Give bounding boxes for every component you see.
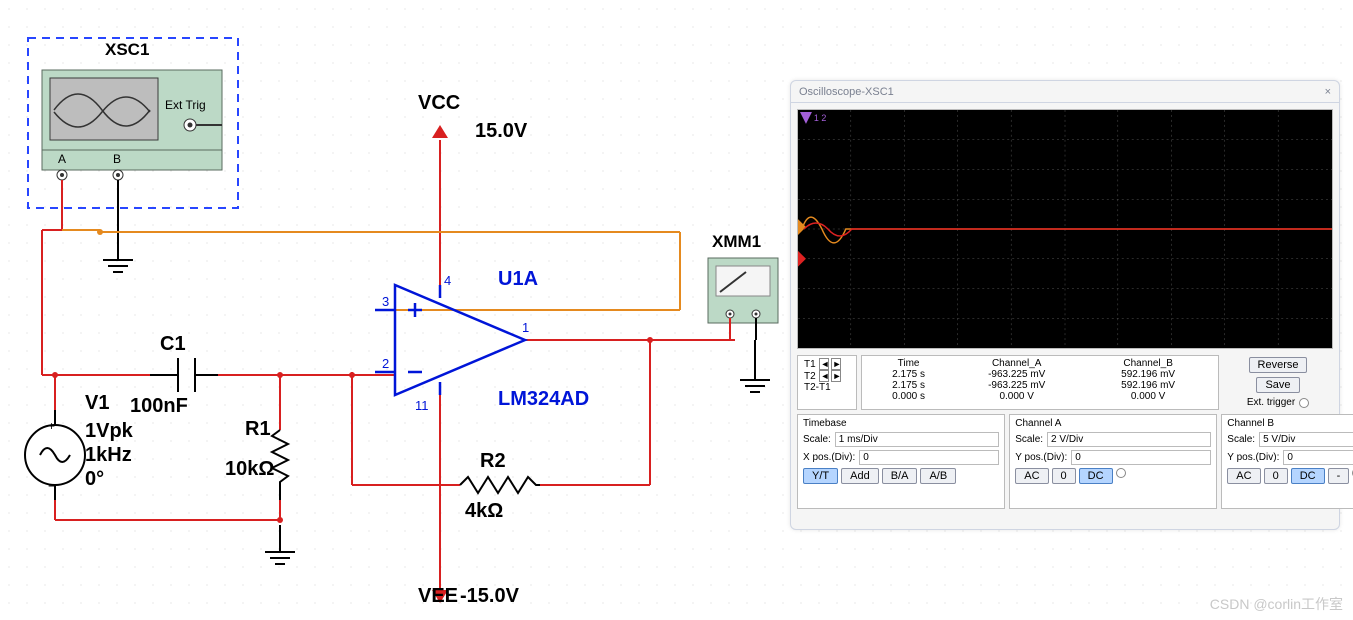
ext-trig-label: Ext Trig [165, 98, 206, 112]
vcc-label: VCC [418, 92, 460, 115]
d-a: 0.000 V [949, 391, 1084, 402]
pin-plus: 3 [382, 294, 389, 309]
cursor-readout: T1 ◄► T2 ◄► T2-T1 TimeChannel_AChannel_B… [797, 355, 1333, 410]
pin-vcc: 4 [444, 273, 451, 288]
port-a-label: A [58, 152, 66, 166]
watermark: CSDN @corlin工作室 [1210, 594, 1343, 614]
t2-label: T2 [804, 371, 816, 382]
cha-ac-button[interactable]: AC [1015, 468, 1048, 484]
t21-label: T2-T1 [804, 382, 850, 393]
t2-time: 2.175 s [868, 380, 949, 391]
v1-label: V1 [85, 392, 109, 415]
timebase-title: Timebase [803, 418, 999, 429]
cha-zero-button[interactable]: 0 [1052, 468, 1076, 484]
c1-value: 100nF [130, 395, 188, 418]
v1-amp: 1Vpk [85, 420, 133, 443]
chb-invert-button[interactable]: - [1328, 468, 1350, 484]
chb-scale-label: Scale: [1227, 434, 1255, 445]
r2-value: 4kΩ [465, 500, 503, 523]
r2-label: R2 [480, 450, 506, 473]
close-icon[interactable]: × [1325, 86, 1331, 98]
scope-titlebar[interactable]: Oscilloscope-XSC1 × [791, 81, 1339, 103]
scope-controls: Timebase Scale: X pos.(Div): Y/T Add B/A… [797, 414, 1333, 509]
chb-header: Channel_B [1084, 358, 1212, 369]
pin-minus: 2 [382, 356, 389, 371]
chb-dc-button[interactable]: DC [1291, 468, 1325, 484]
t2-right-icon[interactable]: ► [831, 370, 841, 382]
timebase-scale-input[interactable] [835, 432, 999, 447]
svg-text:1 2: 1 2 [814, 113, 826, 123]
xmm1-label: XMM1 [712, 232, 761, 252]
chb-ypos-input[interactable] [1283, 450, 1353, 465]
v1-phase: 0° [85, 468, 104, 491]
scope-title-text: Oscilloscope-XSC1 [799, 86, 894, 98]
add-button[interactable]: Add [841, 468, 879, 484]
ext-trigger-radio[interactable] [1299, 398, 1309, 408]
reverse-button[interactable]: Reverse [1249, 357, 1308, 373]
xpos-input[interactable] [859, 450, 999, 465]
cha-scale-input[interactable] [1047, 432, 1211, 447]
ba-button[interactable]: B/A [882, 468, 918, 484]
cha-scale-label: Scale: [1015, 434, 1043, 445]
oscilloscope-window: Oscilloscope-XSC1 × 1 2 T1 ◄► T2 ◄ [790, 80, 1340, 530]
schematic-canvas: + − XSC1 Ext Trig A B VCC 15.0V [0, 0, 790, 620]
vee-label: VEE [418, 585, 458, 608]
port-b-label: B [113, 152, 121, 166]
pin-vee: 11 [415, 398, 429, 413]
cha-header: Channel_A [949, 358, 1084, 369]
u1a-label: U1A [498, 268, 538, 291]
t2-b: 592.196 mV [1084, 380, 1212, 391]
tb-scale-label: Scale: [803, 434, 831, 445]
d-time: 0.000 s [868, 391, 949, 402]
cha-enable-radio[interactable] [1116, 468, 1126, 478]
xpos-label: X pos.(Div): [803, 452, 855, 463]
vee-value: -15.0V [460, 585, 519, 608]
xsc1-label: XSC1 [105, 40, 149, 60]
cha-ypos-label: Y pos.(Div): [1015, 452, 1067, 463]
chb-ypos-label: Y pos.(Div): [1227, 452, 1279, 463]
svg-text:−: − [48, 479, 55, 493]
chb-scale-input[interactable] [1259, 432, 1353, 447]
svg-text:+: + [48, 419, 55, 433]
pin-out: 1 [522, 320, 529, 335]
channel-a-panel: Channel A Scale: Y pos.(Div): AC 0 DC [1009, 414, 1217, 509]
t1-right-icon[interactable]: ► [831, 358, 841, 370]
scope-display[interactable]: 1 2 [797, 109, 1333, 349]
cha-ypos-input[interactable] [1071, 450, 1211, 465]
cha-dc-button[interactable]: DC [1079, 468, 1113, 484]
t1-b: 592.196 mV [1084, 369, 1212, 380]
d-b: 0.000 V [1084, 391, 1212, 402]
r1-value: 10kΩ [225, 458, 274, 481]
t1-a: -963.225 mV [949, 369, 1084, 380]
opamp-model: LM324AD [498, 388, 589, 411]
c1-label: C1 [160, 333, 186, 356]
time-header: Time [868, 358, 949, 369]
channel-b-panel: Channel B Scale: Y pos.(Div): AC 0 DC - [1221, 414, 1353, 509]
chb-title: Channel B [1227, 418, 1353, 429]
t2-left-icon[interactable]: ◄ [819, 370, 829, 382]
v1-freq: 1kHz [85, 444, 132, 467]
chb-zero-button[interactable]: 0 [1264, 468, 1288, 484]
t1-time: 2.175 s [868, 369, 949, 380]
timebase-panel: Timebase Scale: X pos.(Div): Y/T Add B/A… [797, 414, 1005, 509]
t1-label: T1 [804, 359, 816, 370]
yt-button[interactable]: Y/T [803, 468, 838, 484]
t2-a: -963.225 mV [949, 380, 1084, 391]
ext-trigger-label: Ext. trigger [1247, 397, 1295, 408]
cha-title: Channel A [1015, 418, 1211, 429]
vcc-value: 15.0V [475, 120, 527, 143]
r1-label: R1 [245, 418, 271, 441]
ab-button[interactable]: A/B [920, 468, 956, 484]
save-button[interactable]: Save [1256, 377, 1299, 393]
t1-left-icon[interactable]: ◄ [819, 358, 829, 370]
chb-ac-button[interactable]: AC [1227, 468, 1260, 484]
